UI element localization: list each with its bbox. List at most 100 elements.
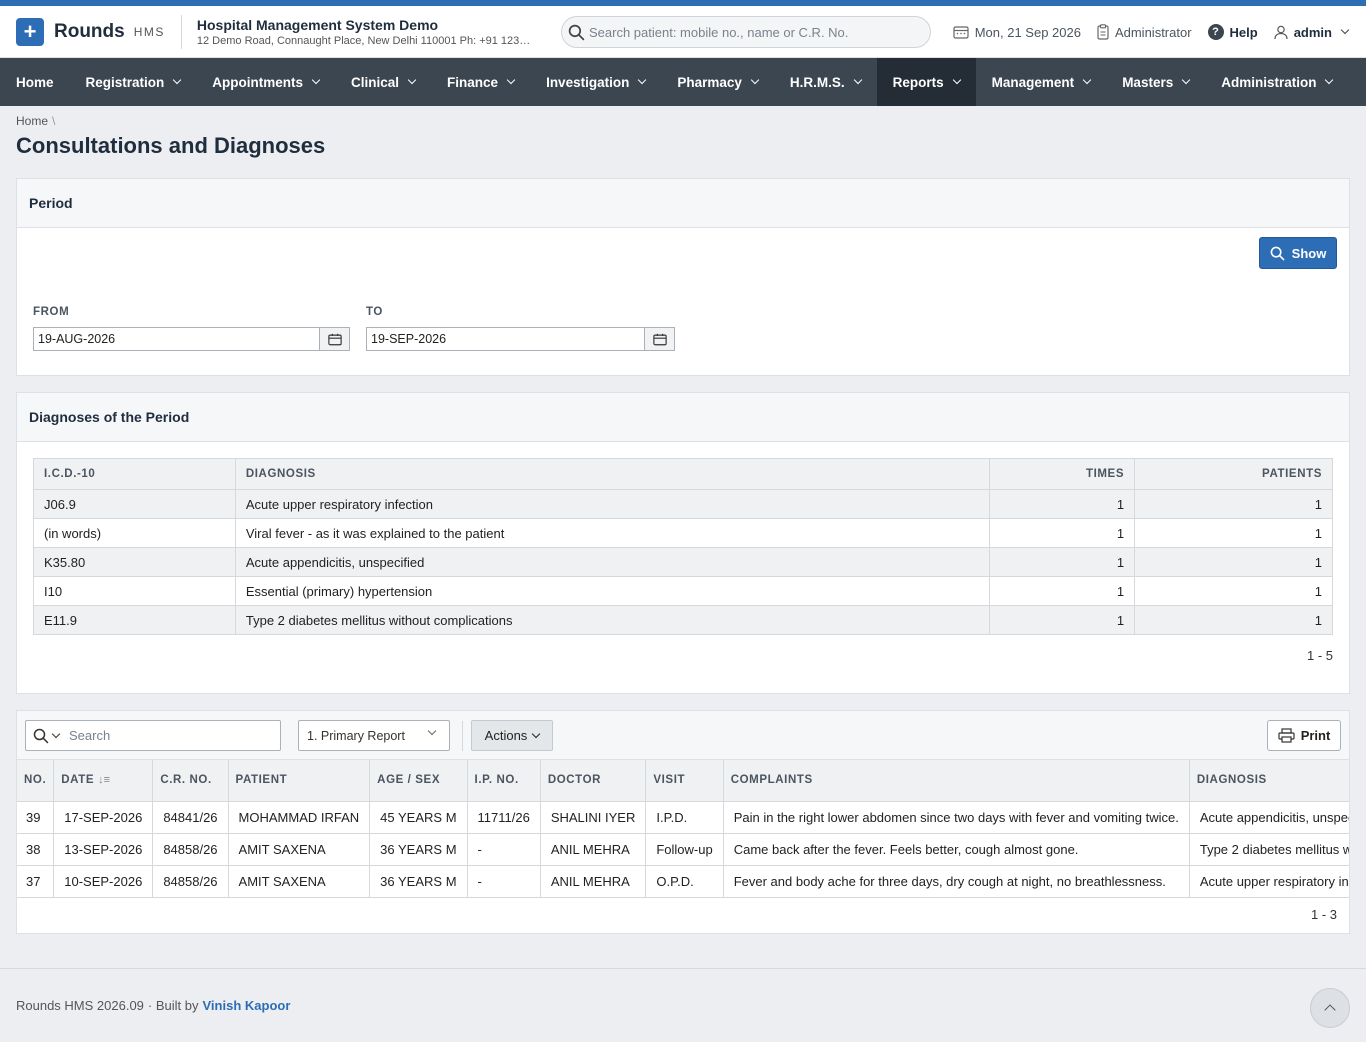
table-cell: Follow-up bbox=[645, 833, 724, 866]
column-header-date[interactable]: DATE ↓≡ bbox=[53, 760, 154, 802]
diagnoses-pager: 1 - 5 bbox=[1306, 648, 1333, 663]
user-menu[interactable]: admin bbox=[1274, 25, 1350, 40]
patient-search[interactable] bbox=[561, 16, 931, 48]
column-header-label: I.P. NO. bbox=[474, 774, 519, 787]
table-cell: 10-SEP-2026 bbox=[53, 865, 154, 898]
show-button-label: Show bbox=[1291, 245, 1327, 261]
table-cell: Acute upper respiratory infection bbox=[234, 489, 991, 519]
chevron-down-icon bbox=[506, 75, 516, 85]
report-search[interactable] bbox=[25, 720, 281, 751]
chevron-down-icon bbox=[1340, 25, 1350, 35]
user-icon bbox=[1274, 25, 1288, 39]
patient-search-input[interactable] bbox=[589, 24, 919, 40]
from-date-input[interactable] bbox=[33, 327, 319, 351]
printer-icon bbox=[1278, 728, 1295, 743]
breadcrumb-home[interactable]: Home bbox=[16, 114, 48, 128]
nav-item-pharmacy[interactable]: Pharmacy bbox=[661, 58, 774, 106]
show-button[interactable]: Show bbox=[1259, 237, 1337, 269]
nav-item-label: Finance bbox=[447, 74, 499, 90]
breadcrumb: Home \ bbox=[16, 114, 1350, 128]
logo-cross-icon[interactable]: + bbox=[16, 17, 44, 46]
table-row[interactable]: 39 17-SEP-2026 84841/26 MOHAMMAD IRFAN 45 YE… bbox=[17, 801, 1349, 834]
table-cell: Fever and body ache for three days, dry … bbox=[723, 865, 1190, 898]
column-header-times[interactable]: TIMES bbox=[989, 458, 1136, 490]
table-cell: 1 bbox=[1134, 576, 1333, 606]
nav-item-management[interactable]: Management bbox=[976, 58, 1107, 106]
diagnoses-table: I.C.D.-10 DIAGNOSIS TIMES PATIENTS J06.9 Acu… bbox=[33, 458, 1333, 635]
table-cell: 84841/26 bbox=[152, 801, 229, 834]
column-header-patient[interactable]: PATIENT bbox=[228, 760, 371, 802]
sort-descending-icon[interactable]: ↓≡ bbox=[98, 774, 110, 786]
nav-item-clinical[interactable]: Clinical bbox=[335, 58, 431, 106]
header-divider bbox=[180, 14, 182, 49]
brand-name[interactable]: Rounds bbox=[54, 21, 125, 43]
help-link[interactable]: ? Help bbox=[1207, 24, 1258, 40]
report-search-input[interactable] bbox=[69, 728, 259, 743]
column-header-complaints[interactable]: COMPLAINTS bbox=[723, 760, 1190, 802]
chevron-down-icon bbox=[532, 729, 541, 738]
column-header-visit[interactable]: VISIT bbox=[645, 760, 724, 802]
diagnoses-header-row: I.C.D.-10 DIAGNOSIS TIMES PATIENTS bbox=[33, 458, 1333, 490]
table-cell: SHALINI IYER bbox=[540, 801, 647, 834]
role-switcher[interactable]: Administrator bbox=[1097, 24, 1192, 40]
nav-item-masters[interactable]: Masters bbox=[1106, 58, 1205, 106]
chevron-down-icon bbox=[1181, 75, 1191, 85]
nav-item-label: Investigation bbox=[546, 74, 630, 90]
chevron-down-icon[interactable] bbox=[51, 729, 61, 738]
nav-item-reports[interactable]: Reports bbox=[876, 58, 976, 106]
column-header-i-p-no[interactable]: I.P. NO. bbox=[467, 760, 541, 802]
column-header-doctor[interactable]: DOCTOR bbox=[540, 760, 647, 802]
actions-button[interactable]: Actions bbox=[471, 720, 553, 751]
column-header-diagnosis[interactable]: DIAGNOSIS bbox=[1189, 760, 1349, 802]
column-header-no[interactable]: NO. bbox=[17, 760, 55, 802]
nav-item-finance[interactable]: Finance bbox=[431, 58, 530, 106]
scroll-to-top-button[interactable] bbox=[1310, 988, 1350, 1028]
footer-author-link[interactable]: Vinish Kapoor bbox=[203, 998, 291, 1013]
table-cell: J06.9 bbox=[33, 489, 236, 519]
chevron-down-icon bbox=[311, 75, 321, 85]
table-row[interactable]: (in words) Viral fever - as it was explai… bbox=[33, 518, 1333, 548]
brand-subtitle: HMS bbox=[133, 24, 165, 39]
nav-item-appointments[interactable]: Appointments bbox=[196, 58, 335, 106]
column-header-i-c-d-10[interactable]: I.C.D.-10 bbox=[33, 458, 236, 490]
nav-item-home[interactable]: Home bbox=[0, 58, 70, 106]
table-row[interactable]: 38 13-SEP-2026 84858/26 AMIT SAXENA 36 YEARS… bbox=[17, 833, 1349, 866]
table-row[interactable]: E11.9 Type 2 diabetes mellitus without co… bbox=[33, 605, 1333, 635]
chevron-down-icon bbox=[638, 75, 647, 85]
table-cell: - bbox=[467, 865, 541, 898]
table-row[interactable]: I10 Essential (primary) hypertension 1 1 bbox=[33, 576, 1333, 606]
column-header-age-sex[interactable]: AGE / SEX bbox=[369, 760, 468, 802]
column-header-label: C.R. NO. bbox=[160, 774, 212, 787]
toolbar-divider bbox=[462, 721, 463, 751]
report-type-select[interactable]: 1. Primary Report bbox=[298, 720, 450, 751]
nav-item-h-r-m-s[interactable]: H.R.M.S. bbox=[774, 58, 877, 106]
help-icon: ? bbox=[1207, 24, 1224, 40]
role-text: Administrator bbox=[1114, 24, 1192, 40]
column-header-patients[interactable]: PATIENTS bbox=[1134, 458, 1333, 490]
column-header-label: DATE bbox=[61, 774, 95, 787]
table-cell: 13-SEP-2026 bbox=[53, 833, 154, 866]
from-calendar-button[interactable] bbox=[319, 327, 350, 351]
to-calendar-button[interactable] bbox=[644, 327, 675, 351]
nav-item-label: Administration bbox=[1221, 74, 1317, 90]
table-cell: I10 bbox=[33, 576, 236, 606]
print-button[interactable]: Print bbox=[1267, 720, 1341, 751]
table-row[interactable]: K35.80 Acute appendicitis, unspecified 1 1 bbox=[33, 547, 1333, 577]
table-row[interactable]: 37 10-SEP-2026 84858/26 AMIT SAXENA 36 YEARS… bbox=[17, 865, 1349, 898]
nav-item-registration[interactable]: Registration bbox=[70, 58, 197, 106]
to-date-input[interactable] bbox=[366, 327, 644, 351]
nav-item-label: Reports bbox=[892, 74, 944, 90]
table-cell: 11711/26 bbox=[467, 801, 541, 834]
nav-item-administration[interactable]: Administration bbox=[1205, 58, 1348, 106]
table-cell: 84858/26 bbox=[152, 833, 229, 866]
table-row[interactable]: J06.9 Acute upper respiratory infection 1 1 bbox=[33, 489, 1333, 519]
column-header-c-r-no[interactable]: C.R. NO. bbox=[152, 760, 229, 802]
column-header-diagnosis[interactable]: DIAGNOSIS bbox=[234, 458, 991, 490]
table-cell: 1 bbox=[1134, 489, 1333, 519]
table-cell: E11.9 bbox=[33, 605, 236, 635]
column-header-label: DOCTOR bbox=[547, 774, 602, 787]
column-header-label: VISIT bbox=[653, 774, 686, 787]
nav-item-investigation[interactable]: Investigation bbox=[530, 58, 661, 106]
period-panel-title: Period bbox=[17, 179, 1349, 228]
chevron-down-icon bbox=[427, 726, 437, 736]
